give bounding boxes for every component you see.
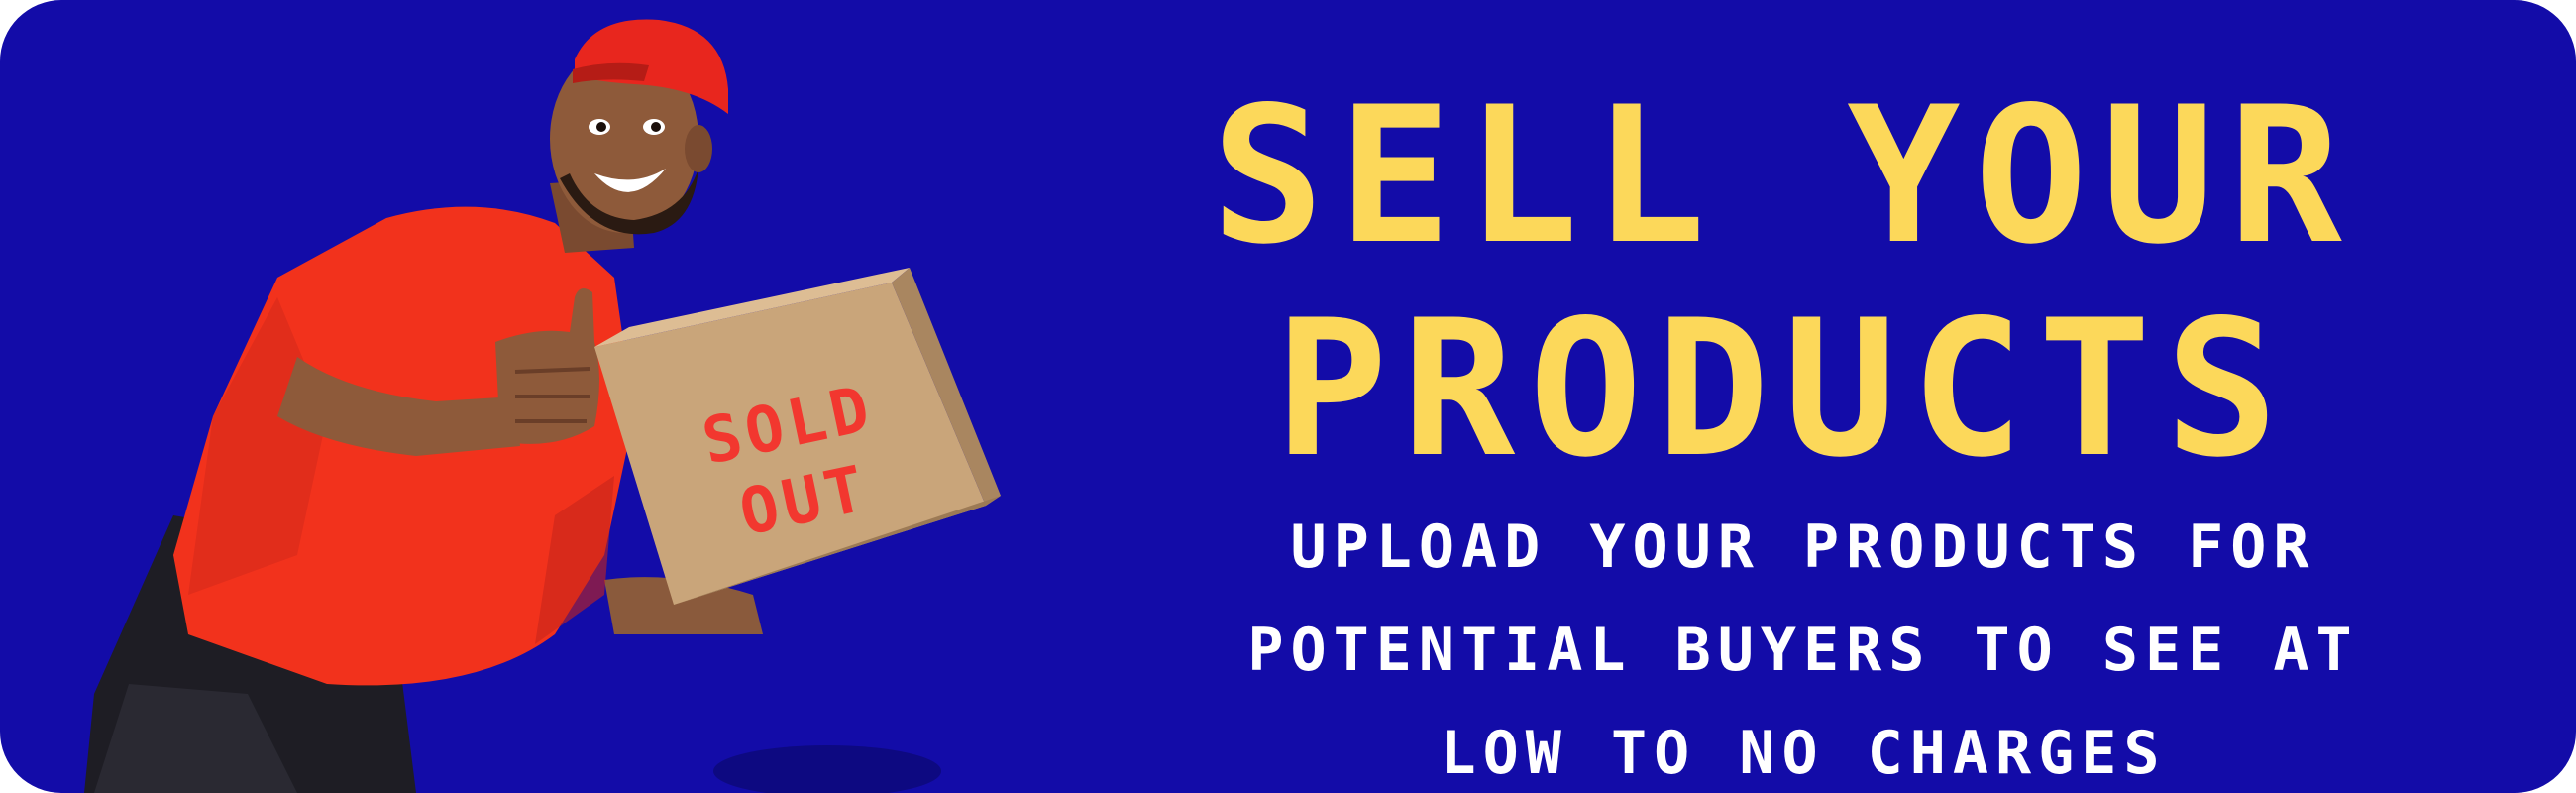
headline-line-2: PRODUCTS: [1274, 280, 2293, 499]
promo-banner[interactable]: SOLD OUT SELL YOUR PRODUCTS UPLOAD YOUR …: [0, 0, 2576, 793]
subheadline: UPLOAD YOUR PRODUCTS FOR POTENTIAL BUYER…: [1100, 496, 2507, 793]
subheadline-line-3: LOW TO NO CHARGES: [1440, 719, 2167, 788]
subheadline-line-2: POTENTIAL BUYERS TO SEE AT: [1247, 616, 2359, 685]
headline-line-1: SELL YOUR: [1211, 66, 2356, 285]
ground-shadow: [713, 745, 941, 793]
headline: SELL YOUR PRODUCTS: [1070, 69, 2497, 496]
subheadline-line-1: UPLOAD YOUR PRODUCTS FOR: [1290, 512, 2316, 582]
delivery-man-illustration: SOLD OUT: [84, 19, 1001, 793]
